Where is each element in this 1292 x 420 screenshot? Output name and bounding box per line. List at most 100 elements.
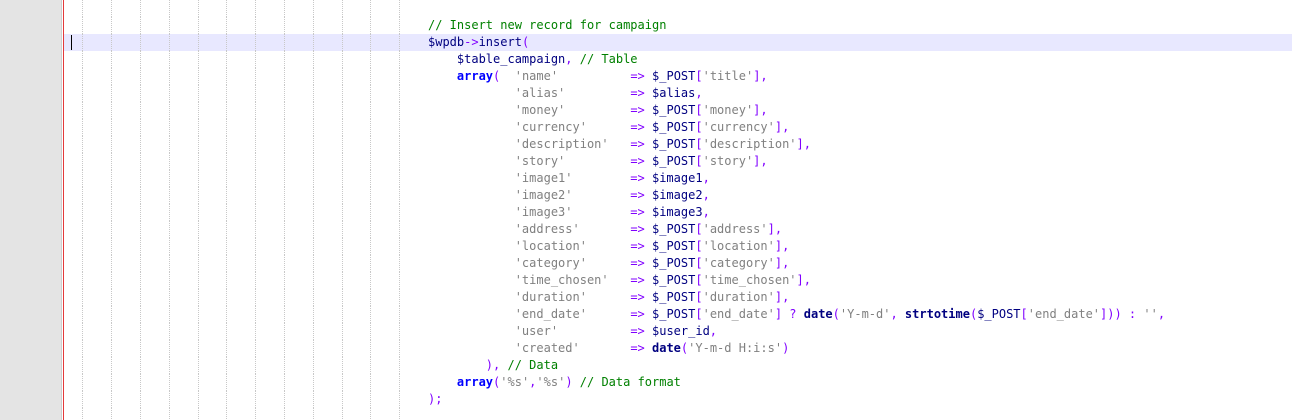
- code-line[interactable]: 1398 'description' => $_POST['descriptio…: [0, 136, 1292, 153]
- code-line[interactable]: 1410 'created' => date('Y-m-d H:i:s'): [0, 340, 1292, 357]
- indent-guide: [370, 391, 372, 408]
- code-line[interactable]: 1402 'image3' => $image3,: [0, 204, 1292, 221]
- code-editor[interactable]: 13901391// Insert new record for campaig…: [0, 0, 1292, 420]
- indent-guide: [168, 85, 170, 102]
- indent-guide: [111, 306, 113, 323]
- code-line[interactable]: 1400 'image1' => $image1,: [0, 170, 1292, 187]
- indent-guide: [140, 340, 141, 357]
- code-line[interactable]: 1397 'currency' => $_POST['currency'],: [0, 119, 1292, 136]
- indent-guide: [168, 272, 170, 289]
- code-token: 'money': [514, 103, 566, 117]
- indent-guide: [370, 136, 372, 153]
- code-text: 'duration' => $_POST['duration'],: [428, 289, 790, 306]
- code-line[interactable]: 1393 $table_campaign, // Table: [0, 51, 1292, 68]
- code-line[interactable]: 1403 'address' => $_POST['address'],: [0, 221, 1292, 238]
- indent-guide: [312, 323, 314, 340]
- indent-guide: [111, 391, 113, 408]
- indent-guide: [255, 85, 257, 102]
- code-line[interactable]: 1394 array( 'name' => $_POST['title'],: [0, 68, 1292, 85]
- code-line[interactable]: 1411 ), // Data: [0, 357, 1292, 374]
- indent-guide: [370, 408, 372, 420]
- indent-guide: [341, 153, 343, 170]
- indent-guide: [111, 340, 113, 357]
- indent-guide: [370, 85, 372, 102]
- indent-guide: [140, 51, 141, 68]
- code-line[interactable]: 1404 'location' => $_POST['location'],: [0, 238, 1292, 255]
- indent-guide: [226, 34, 228, 51]
- indent-guide: [255, 374, 257, 391]
- code-line[interactable]: 1392$wpdb->insert(: [0, 34, 1292, 51]
- code-line[interactable]: 1414: [0, 408, 1292, 420]
- code-token: =>: [630, 256, 652, 270]
- code-token: 'money': [702, 103, 754, 117]
- code-line[interactable]: 1412 array('%s','%s') // Data format: [0, 374, 1292, 391]
- code-token: =>: [630, 137, 652, 151]
- indent-guide: [341, 323, 343, 340]
- code-token: [: [695, 154, 703, 168]
- code-token: ,: [702, 171, 710, 185]
- indent-guide: [111, 323, 113, 340]
- indent-guide: [312, 289, 314, 306]
- code-token: strtotime: [904, 307, 970, 321]
- indent-guide: [341, 85, 343, 102]
- indent-guide: [312, 204, 314, 221]
- indent-guide: [370, 255, 372, 272]
- code-token: array: [456, 375, 494, 389]
- code-token: $image3: [651, 205, 703, 219]
- indent-guide: [168, 187, 170, 204]
- code-line[interactable]: 1399 'story' => $_POST['story'],: [0, 153, 1292, 170]
- indent-guide: [140, 221, 141, 238]
- code-line[interactable]: 1408 'end_date' => $_POST['end_date'] ? …: [0, 306, 1292, 323]
- code-line[interactable]: 1401 'image2' => $image2,: [0, 187, 1292, 204]
- code-token: 'end_date': [514, 307, 587, 321]
- indent-guide: [140, 408, 141, 420]
- indent-guide: [82, 102, 84, 119]
- indent-guide: [284, 374, 285, 391]
- code-text: 'location' => $_POST['location'],: [428, 238, 790, 255]
- code-line[interactable]: 1391// Insert new record for campaign: [0, 17, 1292, 34]
- indent-guide: [284, 102, 285, 119]
- indent-guide: [140, 170, 141, 187]
- code-token: $image1: [651, 171, 703, 185]
- code-text: 'image2' => $image2,: [428, 187, 710, 204]
- code-line[interactable]: 1405 'category' => $_POST['category'],: [0, 255, 1292, 272]
- indent-guide: [168, 102, 170, 119]
- code-token: [: [695, 290, 703, 304]
- code-token: ->: [464, 35, 479, 49]
- indent-guide: [197, 119, 199, 136]
- code-token: 'alias': [514, 86, 566, 100]
- indent-guide: [399, 323, 401, 340]
- code-line[interactable]: 1395 'alias' => $alias,: [0, 85, 1292, 102]
- indent-guide: [140, 0, 141, 17]
- code-line[interactable]: 1406 'time_chosen' => $_POST['time_chose…: [0, 272, 1292, 289]
- indent-guide: [82, 238, 84, 255]
- code-token: $alias: [652, 86, 696, 100]
- indent-guide: [226, 102, 228, 119]
- indent-guide: [226, 17, 228, 34]
- indent-guide: [255, 221, 257, 238]
- indent-guide: [255, 153, 257, 170]
- code-line[interactable]: 1413);: [0, 391, 1292, 408]
- code-text: 'image3' => $image3,: [428, 204, 710, 221]
- code-line[interactable]: 1390: [0, 0, 1292, 17]
- indent-guide: [399, 255, 401, 272]
- indent-guide: [341, 374, 343, 391]
- indent-guide: [284, 289, 285, 306]
- line-number-gutter[interactable]: [0, 0, 62, 420]
- indent-guide: [284, 272, 285, 289]
- indent-guide: [255, 272, 257, 289]
- indent-guide: [399, 170, 401, 187]
- code-line[interactable]: 1396 'money' => $_POST['money'],: [0, 102, 1292, 119]
- code-line[interactable]: 1409 'user' => $user_id,: [0, 323, 1292, 340]
- indent-guide: [140, 17, 141, 34]
- code-token: 'duration': [514, 290, 587, 304]
- indent-guide: [341, 255, 343, 272]
- code-line[interactable]: 1407 'duration' => $_POST['duration'],: [0, 289, 1292, 306]
